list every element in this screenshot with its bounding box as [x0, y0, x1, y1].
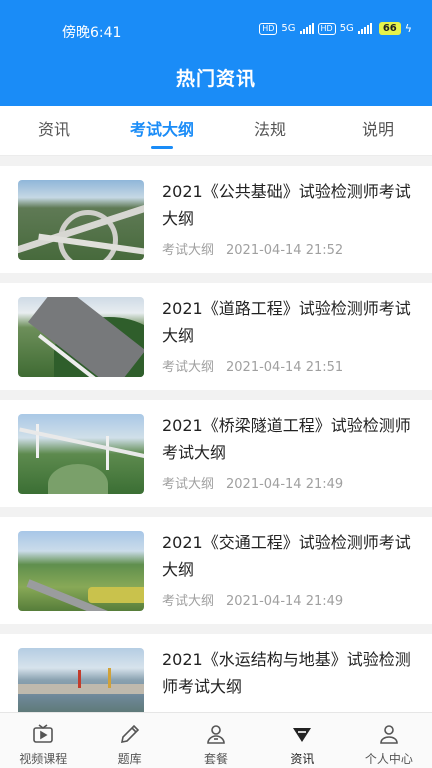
article-title: 2021《公共基础》试验检测师考试大纲 — [162, 182, 411, 228]
article-time: 2021-04-14 21:52 — [226, 243, 344, 258]
status-time: 傍晚6:41 — [62, 25, 122, 41]
tab-exam-outline[interactable]: 考试大纲 — [108, 106, 216, 155]
user-icon — [380, 725, 398, 744]
article-thumbnail — [18, 414, 144, 494]
hd-icon: HD — [259, 22, 278, 35]
article-category: 考试大纲 — [162, 243, 215, 258]
pencil-icon — [120, 724, 139, 744]
nav-label: 资讯 — [290, 752, 315, 766]
article-meta: 考试大纲 2021-04-14 21:52 — [162, 239, 343, 258]
category-tabs: 资讯 考试大纲 法规 说明 — [0, 106, 432, 156]
bottom-nav: 视频课程 题库 套餐 资讯 个人中心 — [0, 712, 432, 768]
tab-instructions[interactable]: 说明 — [324, 106, 432, 155]
status-bar: 傍晚6:41 HD 5G HD 5G 66 ϟ — [0, 0, 432, 60]
article-title: 2021《桥梁隧道工程》试验检测师考试大纲 — [162, 416, 411, 462]
video-course-icon — [33, 724, 54, 743]
nav-profile[interactable]: 个人中心 — [346, 713, 432, 768]
nav-question-bank[interactable]: 题库 — [86, 713, 172, 768]
article-meta: 考试大纲 2021-04-14 21:49 — [162, 473, 343, 492]
nav-label: 题库 — [117, 752, 142, 766]
article-thumbnail — [18, 297, 144, 377]
network-label: 5G — [339, 23, 354, 34]
article-time: 2021-04-14 21:49 — [226, 594, 344, 609]
network-label: 5G — [281, 23, 296, 34]
list-item[interactable]: 2021《水运结构与地基》试验检测师考试大纲 — [0, 634, 432, 712]
article-time: 2021-04-14 21:51 — [226, 360, 344, 375]
article-category: 考试大纲 — [162, 477, 215, 492]
status-icons: HD 5G HD 5G 66 ϟ — [259, 22, 412, 35]
tab-news[interactable]: 资讯 — [0, 106, 108, 155]
signal-icon — [299, 23, 314, 34]
news-icon — [293, 728, 312, 742]
nav-label: 个人中心 — [364, 752, 413, 766]
article-title: 2021《交通工程》试验检测师考试大纲 — [162, 533, 411, 579]
page-title: 热门资讯 — [175, 68, 256, 90]
article-category: 考试大纲 — [162, 594, 215, 609]
article-meta: 考试大纲 2021-04-14 21:51 — [162, 356, 343, 375]
article-meta: 考试大纲 2021-04-14 21:49 — [162, 590, 343, 609]
nav-label: 套餐 — [204, 752, 229, 766]
list-item[interactable]: 2021《公共基础》试验检测师考试大纲 考试大纲 2021-04-14 21:52 — [0, 166, 432, 273]
nav-video-course[interactable]: 视频课程 — [0, 713, 86, 768]
charging-icon: ϟ — [404, 22, 412, 35]
tab-regulations[interactable]: 法规 — [216, 106, 324, 155]
article-list: 2021《公共基础》试验检测师考试大纲 考试大纲 2021-04-14 21:52… — [0, 166, 432, 712]
article-thumbnail — [18, 648, 144, 712]
article-title: 2021《道路工程》试验检测师考试大纲 — [162, 299, 411, 345]
package-icon — [207, 725, 225, 744]
article-title: 2021《水运结构与地基》试验检测师考试大纲 — [162, 650, 411, 696]
nav-package[interactable]: 套餐 — [173, 713, 259, 768]
signal-icon — [357, 23, 372, 34]
nav-label: 视频课程 — [19, 752, 68, 766]
article-category: 考试大纲 — [162, 360, 215, 375]
app-header: 傍晚6:41 HD 5G HD 5G 66 ϟ 热门资讯 — [0, 0, 432, 106]
nav-news[interactable]: 资讯 — [259, 713, 345, 768]
article-thumbnail — [18, 180, 144, 260]
article-thumbnail — [18, 531, 144, 611]
article-time: 2021-04-14 21:49 — [226, 477, 344, 492]
list-item[interactable]: 2021《交通工程》试验检测师考试大纲 考试大纲 2021-04-14 21:49 — [0, 517, 432, 624]
list-item[interactable]: 2021《道路工程》试验检测师考试大纲 考试大纲 2021-04-14 21:51 — [0, 283, 432, 390]
battery-icon: 66 — [378, 22, 401, 35]
list-item[interactable]: 2021《桥梁隧道工程》试验检测师考试大纲 考试大纲 2021-04-14 21:… — [0, 400, 432, 507]
hd-icon: HD — [317, 22, 336, 35]
